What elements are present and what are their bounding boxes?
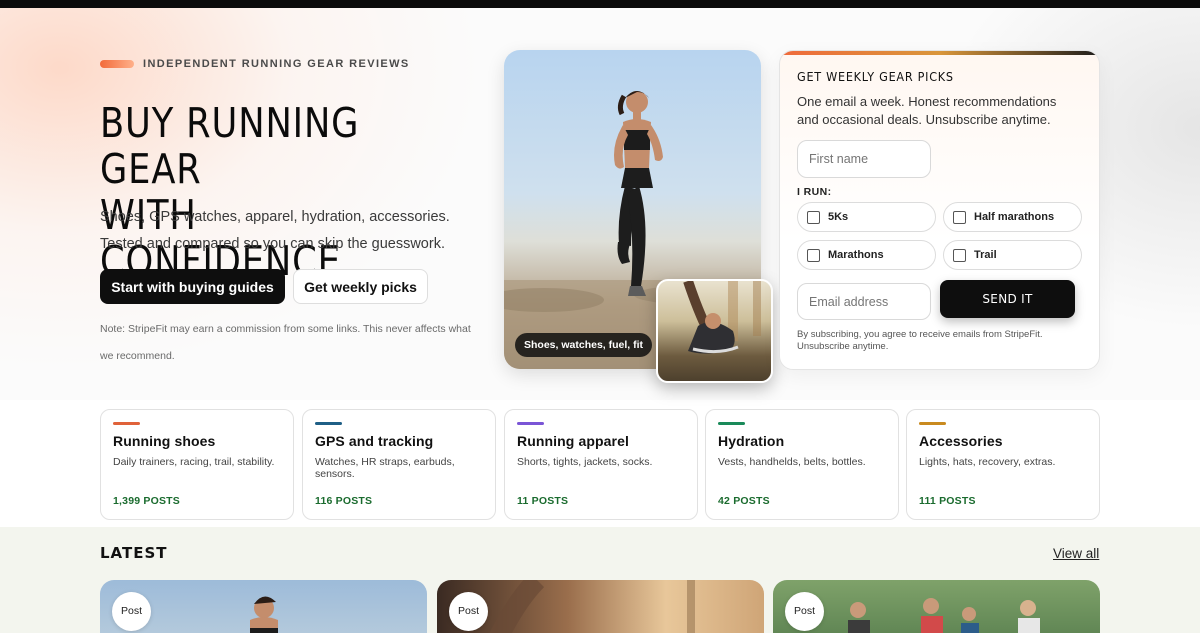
i-run-label: I RUN:	[797, 186, 832, 198]
option-marathons[interactable]: Marathons	[797, 240, 936, 270]
signup-description: One email a week. Honest recommendations…	[797, 94, 1057, 127]
photo-tag: Shoes, watches, fuel, fit	[515, 333, 653, 357]
option-label: Marathons	[828, 249, 884, 261]
signup-accent-line	[780, 51, 1099, 55]
buying-guides-button[interactable]: Start with buying guides	[100, 269, 285, 304]
option-trail[interactable]: Trail	[943, 240, 1082, 270]
category-accent-bar	[113, 422, 140, 425]
category-title: Running apparel	[517, 433, 629, 449]
option-5ks[interactable]: 5Ks	[797, 202, 936, 232]
category-title: GPS and tracking	[315, 433, 434, 449]
first-name-field[interactable]	[797, 140, 931, 178]
option-label: Trail	[974, 249, 997, 261]
category-description: Vests, handhelds, belts, bottles.	[718, 456, 866, 468]
hero-title-line-1: BUY RUNNING GEAR	[100, 99, 360, 193]
category-post-count: 1,399 POSTS	[113, 495, 180, 507]
category-card-gps-tracking[interactable]: GPS and tracking Watches, HR straps, ear…	[302, 409, 496, 520]
category-card-hydration[interactable]: Hydration Vests, handhelds, belts, bottl…	[705, 409, 899, 520]
category-post-count: 116 POSTS	[315, 495, 373, 507]
checkbox[interactable]	[807, 210, 820, 224]
category-accent-bar	[919, 422, 946, 425]
category-post-count: 42 POSTS	[718, 495, 770, 507]
signup-legal-text: By subscribing, you agree to receive ema…	[797, 329, 1043, 352]
category-description: Shorts, tights, jackets, socks.	[517, 456, 653, 468]
category-description: Watches, HR straps, earbuds, sensors.	[315, 456, 455, 480]
top-bar	[0, 0, 1200, 8]
category-description: Lights, hats, recovery, extras.	[919, 456, 1056, 468]
shoe-lacing-photo	[656, 279, 773, 383]
post-card-1[interactable]: Post	[100, 580, 427, 633]
category-accent-bar	[517, 422, 544, 425]
category-cards: Running shoes Daily trainers, racing, tr…	[100, 409, 1100, 520]
hero-eyebrow: INDEPENDENT RUNNING GEAR REVIEWS	[100, 58, 410, 70]
category-accent-bar	[315, 422, 342, 425]
option-half-marathons[interactable]: Half marathons	[943, 202, 1082, 232]
category-description: Daily trainers, racing, trail, stability…	[113, 456, 275, 468]
category-title: Accessories	[919, 433, 1003, 449]
category-accent-bar	[718, 422, 745, 425]
checkbox[interactable]	[807, 248, 820, 262]
shoe-illustration	[683, 281, 761, 354]
post-card-3[interactable]: Post	[773, 580, 1100, 633]
checkbox[interactable]	[953, 248, 966, 262]
eyebrow-text: INDEPENDENT RUNNING GEAR REVIEWS	[143, 58, 410, 70]
post-badge: Post	[785, 592, 824, 631]
post-badge: Post	[449, 592, 488, 631]
category-title: Running shoes	[113, 433, 216, 449]
checkbox[interactable]	[953, 210, 966, 224]
category-title: Hydration	[718, 433, 785, 449]
category-card-running-shoes[interactable]: Running shoes Daily trainers, racing, tr…	[100, 409, 294, 520]
send-it-button[interactable]: SEND IT	[940, 280, 1075, 318]
affiliate-note: Note: StripeFit may earn a commission fr…	[100, 323, 471, 362]
category-card-running-apparel[interactable]: Running apparel Shorts, tights, jackets,…	[504, 409, 698, 520]
post-badge: Post	[112, 592, 151, 631]
category-post-count: 11 POSTS	[517, 495, 569, 507]
latest-heading: LATEST	[100, 544, 168, 562]
hero-subtitle: Shoes, GPS watches, apparel, hydration, …	[100, 209, 450, 252]
signup-title: GET WEEKLY GEAR PICKS	[797, 69, 954, 84]
category-post-count: 111 POSTS	[919, 495, 976, 507]
option-label: Half marathons	[974, 211, 1055, 223]
category-card-accessories[interactable]: Accessories Lights, hats, recovery, extr…	[906, 409, 1100, 520]
eyebrow-accent-bar	[100, 60, 134, 68]
option-label: 5Ks	[828, 211, 849, 223]
view-all-link[interactable]: View all	[1053, 546, 1099, 561]
weekly-picks-button[interactable]: Get weekly picks	[293, 269, 428, 304]
post-card-2[interactable]: Post	[437, 580, 764, 633]
email-field[interactable]	[797, 283, 931, 320]
newsletter-signup-card: GET WEEKLY GEAR PICKS One email a week. …	[779, 50, 1100, 370]
